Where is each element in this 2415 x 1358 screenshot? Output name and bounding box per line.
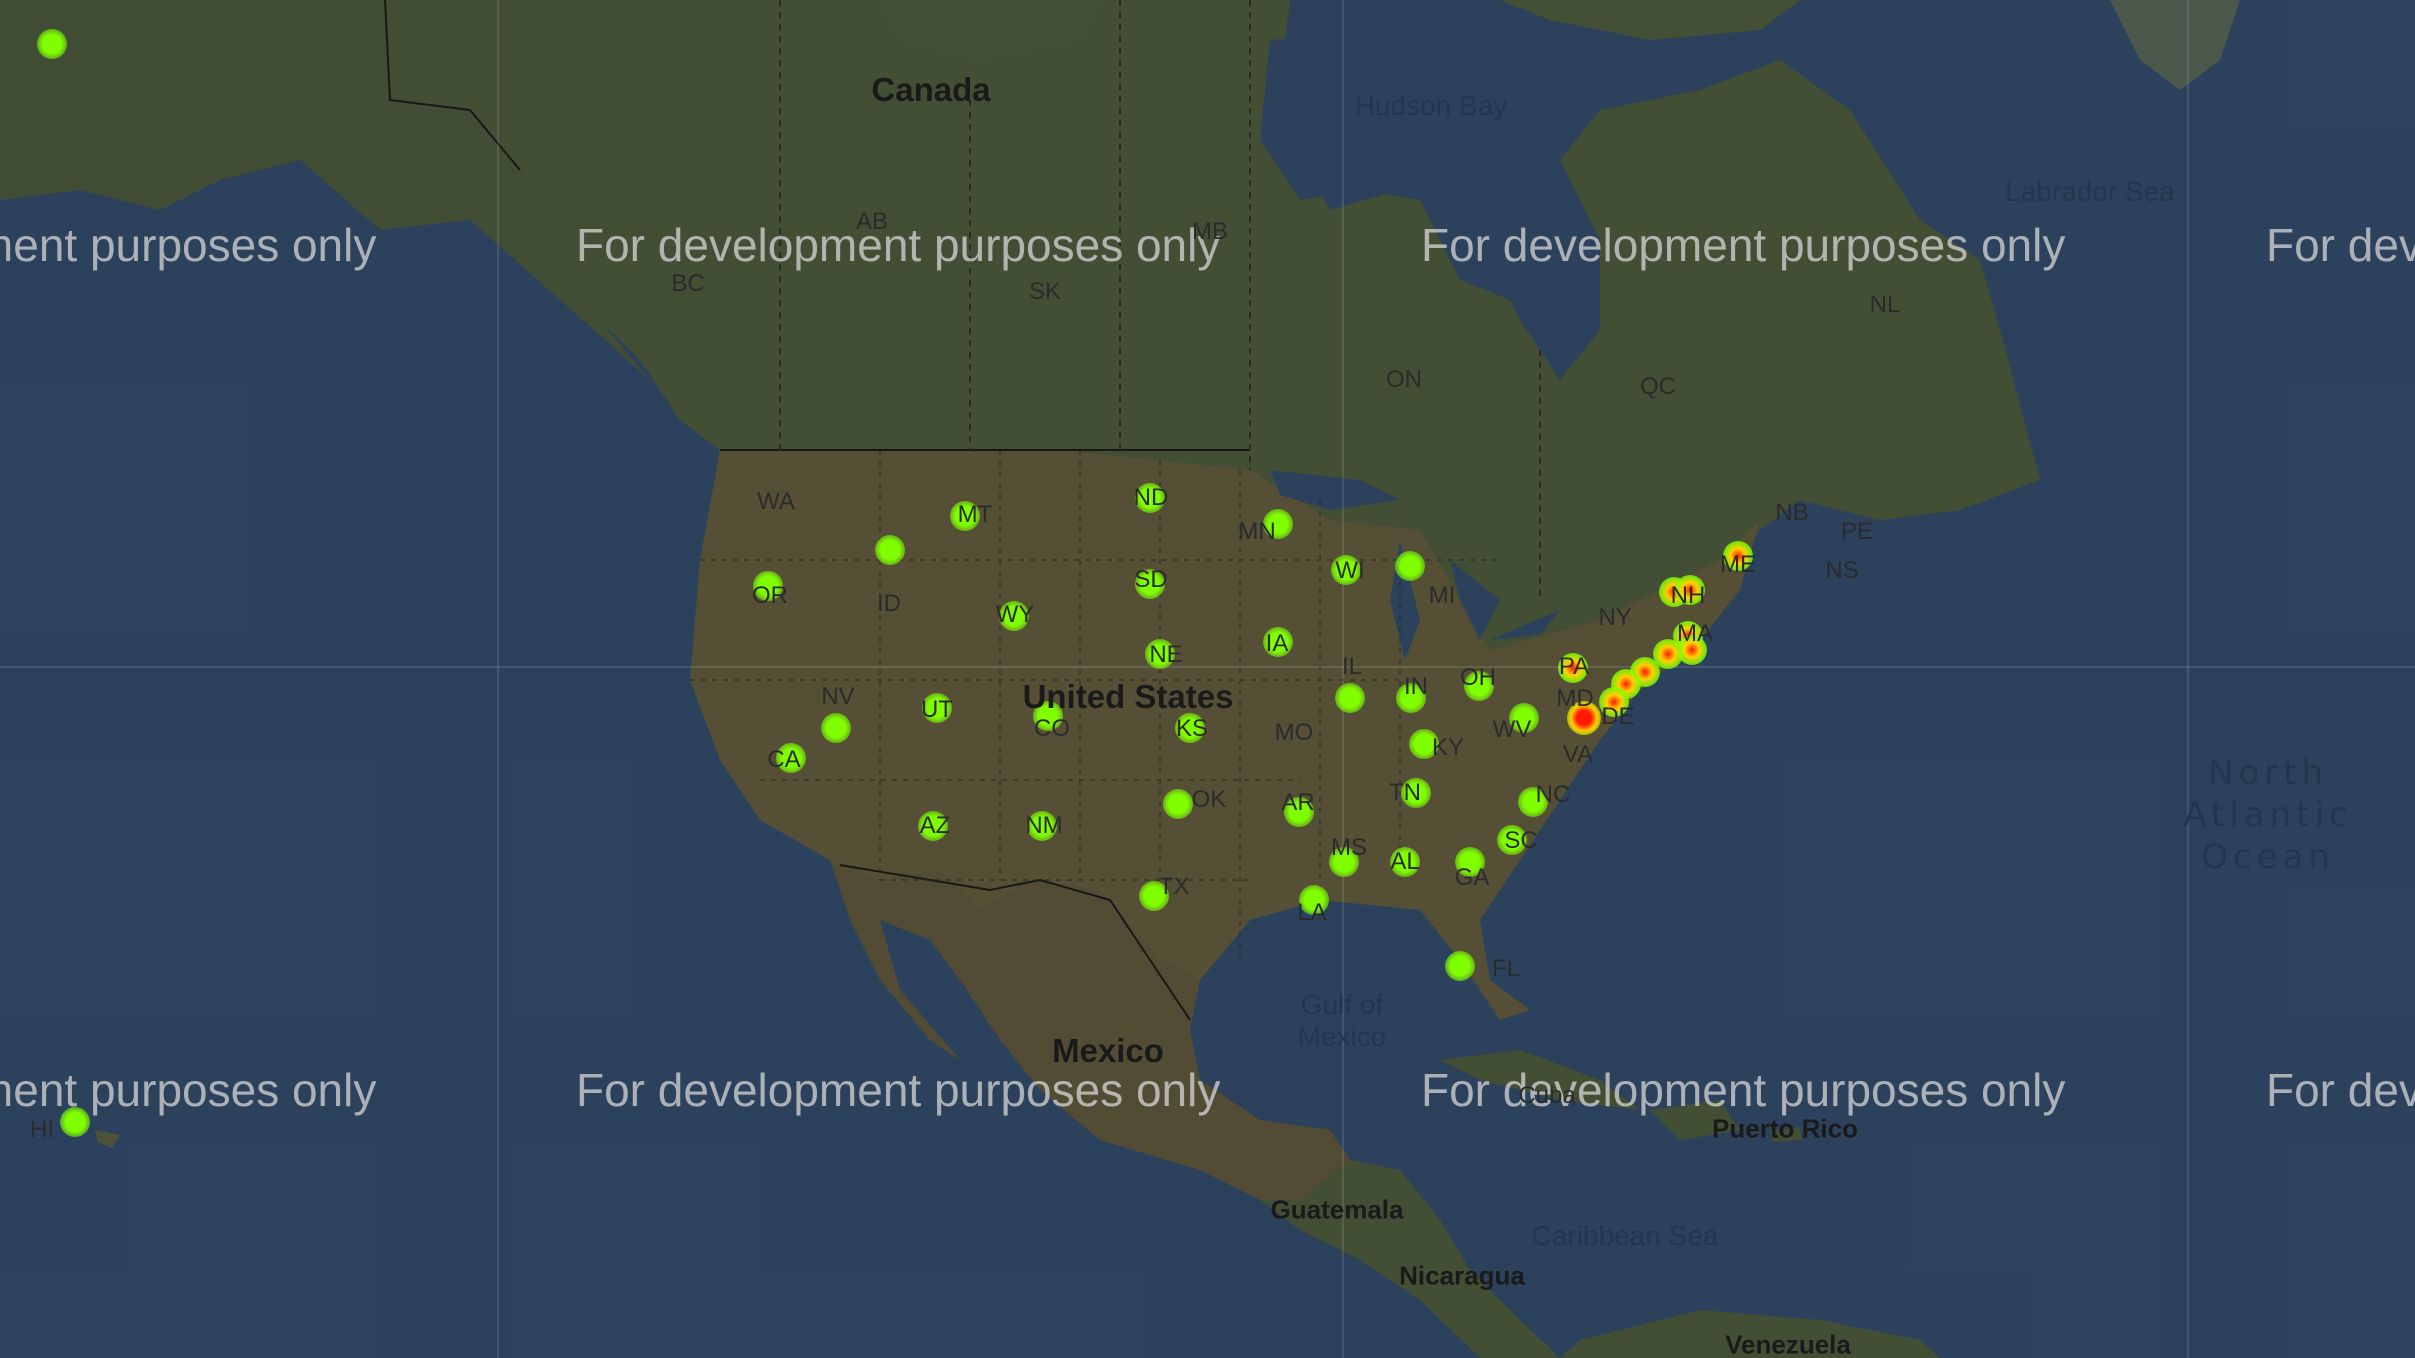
region-label-nv: NV	[821, 683, 855, 710]
region-label-qc: QC	[1640, 373, 1676, 400]
region-label-il: IL	[1341, 653, 1363, 680]
region-label-ab: AB	[855, 208, 889, 235]
region-label-sd: SD	[1134, 566, 1168, 593]
region-label-ks: KS	[1175, 715, 1209, 742]
region-label-wy: WY	[995, 601, 1035, 628]
region-label-ar: AR	[1281, 789, 1315, 816]
water-label-caribbean-sea: Caribbean Sea	[1531, 1220, 1719, 1251]
region-label-ca: CA	[767, 746, 801, 773]
region-label-or: OR	[752, 582, 788, 609]
region-label-pa: PA	[1558, 653, 1590, 680]
region-label-tn: TN	[1389, 779, 1421, 806]
region-label-nc: NC	[1535, 781, 1571, 808]
country-label-canada: Canada	[871, 71, 991, 108]
region-label-co: CO	[1034, 715, 1070, 742]
region-label-nh: NH	[1670, 582, 1706, 609]
region-label-hi: HI	[30, 1116, 54, 1143]
region-label-va: VA	[1562, 741, 1594, 768]
region-label-mt: MT	[957, 501, 993, 528]
region-label-mn: MN	[1238, 518, 1276, 545]
dev-watermark: For development purposes only	[1421, 219, 2066, 271]
water-label-north-atlantic: North Atlantic Ocean	[2183, 753, 2353, 877]
region-label-ms: MS	[1331, 834, 1367, 861]
region-label-al: AL	[1390, 848, 1420, 875]
region-label-tx: TX	[1158, 873, 1190, 900]
region-label-nd: ND	[1133, 484, 1169, 511]
region-label-la: LA	[1297, 899, 1327, 926]
country-label-mexico: Mexico	[1052, 1032, 1164, 1069]
region-label-on: ON	[1386, 366, 1422, 393]
region-label-ut: UT	[921, 696, 953, 723]
region-label-wv: WV	[1492, 716, 1532, 743]
dev-watermark: For development purposes only	[2266, 1064, 2415, 1116]
region-label-nb: NB	[1775, 499, 1809, 526]
water-label-hudson-bay: Hudson Bay	[1354, 90, 1508, 121]
region-label-ky: KY	[1431, 734, 1465, 761]
region-label-md: MD	[1556, 685, 1594, 712]
region-label-me: ME	[1720, 551, 1756, 578]
region-label-pe: PE	[1840, 518, 1874, 545]
country-label-nicaragua: Nicaragua	[1399, 1260, 1525, 1291]
country-label-puerto-rico: Puerto Rico	[1712, 1113, 1858, 1144]
region-label-id: ID	[877, 590, 901, 617]
dev-watermark: For development purposes only	[0, 1064, 377, 1116]
map-canvas[interactable]: For development purposes only For develo…	[0, 0, 2415, 1358]
region-label-ns: NS	[1825, 557, 1859, 584]
region-label-mb: MB	[1192, 218, 1228, 245]
region-label-wa: WA	[757, 488, 795, 515]
region-label-mo: MO	[1274, 719, 1314, 746]
region-label-sc: SC	[1504, 827, 1538, 854]
region-label-ok: OK	[1191, 786, 1227, 813]
dev-watermark: For development purposes only	[576, 1064, 1221, 1116]
region-label-de: DE	[1601, 703, 1635, 730]
region-label-wi: WI	[1335, 557, 1365, 584]
region-label-fl: FL	[1491, 955, 1521, 982]
region-label-bc: BC	[671, 270, 705, 297]
region-label-nm: NM	[1025, 812, 1063, 839]
water-label-gulf-of-mexico: Gulf of Mexico	[1297, 989, 1387, 1052]
country-label-guatemala: Guatemala	[1270, 1194, 1404, 1225]
dev-watermark: For development purposes only	[0, 219, 377, 271]
region-label-ia: IA	[1265, 630, 1289, 657]
region-label-ga: GA	[1454, 864, 1490, 891]
dev-watermark: For development purposes only	[576, 219, 1221, 271]
region-label-oh: OH	[1460, 664, 1496, 691]
region-label-az: AZ	[919, 812, 951, 839]
region-label-mi: MI	[1428, 582, 1456, 609]
region-label-ma: MA	[1677, 620, 1713, 647]
dev-watermark: For development purposes only	[2266, 219, 2415, 271]
region-label-cuba: Cuba	[1518, 1082, 1576, 1109]
country-label-united-states: United States	[1022, 678, 1234, 715]
region-label-nl: NL	[1869, 291, 1901, 318]
region-label-in: IN	[1404, 673, 1428, 700]
region-label-ne: NE	[1149, 641, 1183, 668]
country-label-venezuela: Venezuela	[1725, 1329, 1851, 1358]
water-label-labrador-sea: Labrador Sea	[2005, 176, 2175, 207]
region-label-sk: SK	[1028, 278, 1062, 305]
region-label-ny: NY	[1598, 604, 1632, 631]
